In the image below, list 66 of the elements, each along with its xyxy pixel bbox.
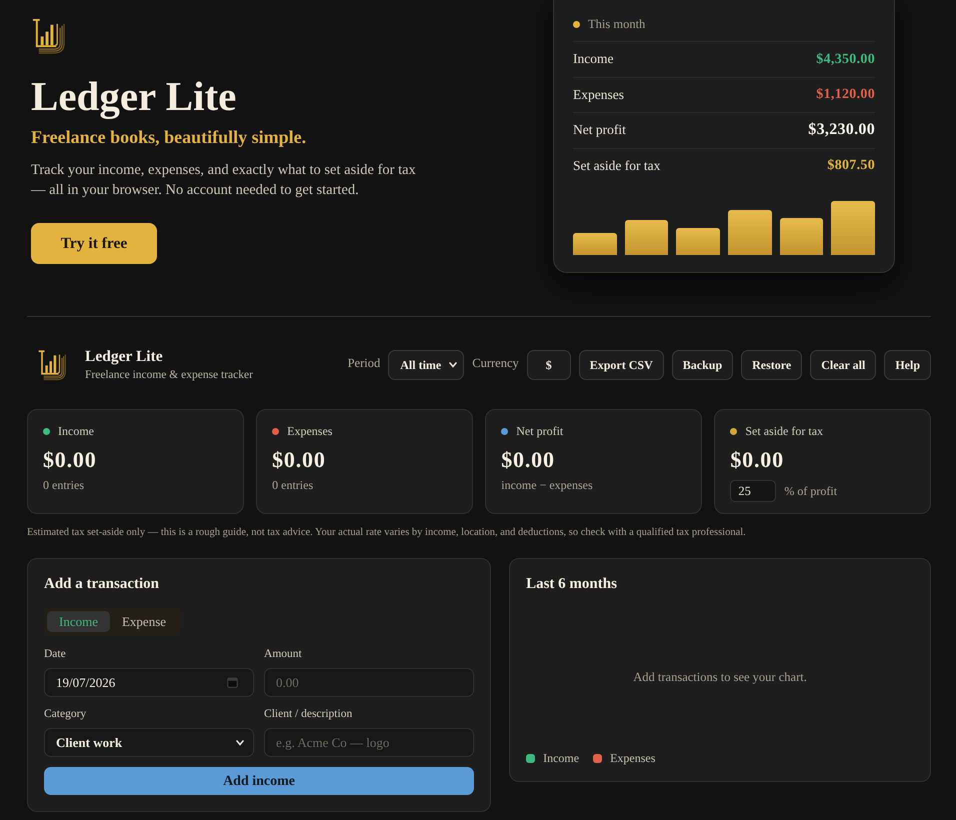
stat-value: $0.00: [501, 447, 556, 473]
chart-bar: [780, 218, 824, 255]
category-select[interactable]: Client work: [44, 728, 254, 757]
field-label: Client / description: [264, 707, 354, 721]
chevron-down-icon: [449, 362, 458, 368]
period-label: This month: [588, 16, 646, 32]
add-income-button[interactable]: Add income: [44, 767, 474, 795]
toolbar-button[interactable]: Clear all: [810, 350, 876, 380]
empty-chart-message: Add transactions to see your chart.: [633, 668, 807, 686]
stat-note: % of profit: [784, 483, 838, 499]
legend-label: Expenses: [610, 751, 656, 765]
try-free-button[interactable]: Try it free: [31, 223, 157, 264]
summary-label: Set aside for tax: [573, 156, 660, 175]
chart-bar: [573, 233, 617, 255]
summary-value: $4,350.00: [816, 50, 875, 69]
stat-label: Expenses: [287, 423, 332, 439]
period-select[interactable]: All time: [388, 350, 464, 380]
summary-label: Expenses: [573, 86, 624, 104]
summary-value: $807.50: [827, 157, 875, 176]
bar-chart-logo-icon: [37, 349, 67, 381]
stat-value: $0.00: [272, 447, 327, 473]
tax-rate-field[interactable]: 25: [730, 480, 776, 502]
type-tab[interactable]: Income: [47, 611, 110, 632]
currency-field[interactable]: $: [526, 350, 571, 380]
card-title: Add a transaction: [44, 576, 160, 593]
period-label: Period: [348, 354, 380, 372]
input-field[interactable]: 0.00: [264, 668, 474, 697]
stat-note: income − expenses: [501, 477, 594, 493]
summary-value: $1,120.00: [816, 86, 875, 104]
legend-label: Income: [543, 751, 580, 765]
toolbar-button[interactable]: Export CSV: [578, 350, 664, 380]
calendar-icon: [227, 677, 238, 688]
toolbar-button[interactable]: Backup: [672, 350, 734, 380]
field-label: Date: [44, 647, 67, 661]
toolbar-button[interactable]: Restore: [741, 350, 802, 380]
app-title: Ledger Lite: [31, 74, 238, 118]
stat-label: Income: [58, 423, 94, 439]
date-field[interactable]: 19/07/2026: [44, 668, 254, 697]
card-title: Last 6 months: [526, 576, 618, 593]
bar-chart-logo-icon: [31, 18, 66, 54]
hero-description: Track your income, expenses, and exactly what to set aside for tax — all in your browser. No account needed to get started.: [31, 161, 416, 200]
field-label: Amount: [264, 647, 303, 661]
app-subtitle: Freelance income & expense tracker: [85, 368, 253, 382]
field-label: Category: [44, 707, 88, 721]
chart-bar: [831, 201, 876, 255]
chart-bar: [728, 210, 772, 255]
input-field[interactable]: e.g. Acme Co — logo: [264, 728, 474, 757]
chart-bar: [676, 228, 720, 255]
stat-label: Set aside for tax: [745, 423, 824, 439]
stat-note: 0 entries: [43, 477, 85, 493]
app-name: Ledger Lite: [85, 348, 164, 366]
currency-label: Currency: [472, 354, 519, 372]
tagline: Freelance books, beautifully simple.: [31, 126, 308, 148]
disclaimer-text: Estimated tax set-aside only — this is a rough guide, not tax advice. Your actual rate varies by income, location, and deductions, so check with a qualified tax professional.: [27, 526, 747, 540]
stat-note: 0 entries: [272, 477, 314, 493]
stat-value: $0.00: [43, 447, 98, 473]
stat-value: $0.00: [730, 447, 785, 473]
summary-label: Net profit: [573, 121, 626, 140]
status-dot-icon: [573, 20, 580, 28]
chevron-down-icon: [236, 740, 244, 746]
toolbar-button[interactable]: Help: [884, 350, 931, 380]
stat-label: Net profit: [516, 423, 564, 439]
summary-value: $3,230.00: [808, 120, 875, 140]
summary-label: Income: [573, 50, 614, 68]
type-tab[interactable]: Expense: [110, 611, 178, 632]
chart-bar: [624, 220, 668, 255]
